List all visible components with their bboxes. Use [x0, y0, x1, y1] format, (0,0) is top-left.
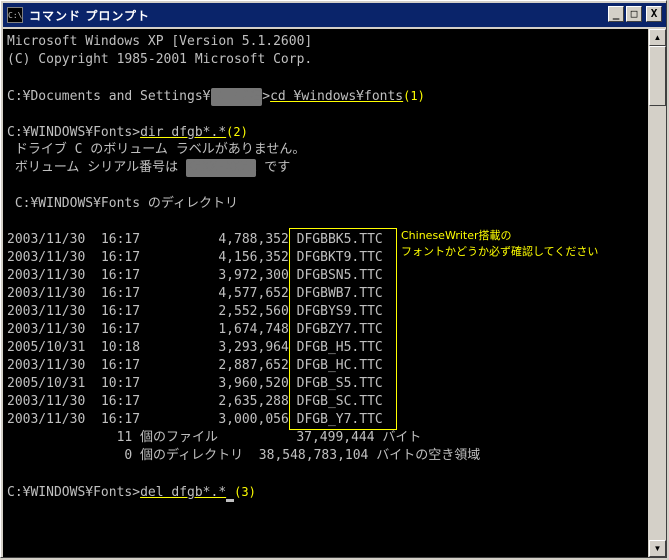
file-time: 16:17: [100, 304, 141, 319]
note-line-2: フォントかどうか必ず確認してください: [401, 245, 599, 258]
text-cursor: [226, 499, 235, 502]
prompt-line-3: C:¥WINDOWS¥Fonts>del dfgb*.* (3): [7, 483, 256, 502]
file-size: 2,887,652: [218, 358, 289, 373]
file-size: 1,674,748: [218, 322, 289, 337]
file-date: 2003/11/30: [7, 358, 86, 373]
prompt-path: C:¥WINDOWS¥Fonts>: [7, 485, 141, 500]
scroll-down-button[interactable]: ▼: [649, 540, 666, 557]
prompt-gt: >: [262, 89, 271, 104]
file-date: 2003/11/30: [7, 286, 86, 301]
prompt-line-1: C:¥Documents and Settings¥ユーザ名>cd ¥windo…: [7, 87, 425, 106]
close-button[interactable]: X: [646, 6, 662, 22]
file-time: 16:17: [100, 322, 141, 337]
file-size: 3,293,964: [218, 340, 289, 355]
file-date: 2005/10/31: [7, 376, 86, 391]
command-prompt-window: C:\ コマンド プロンプト _ □ X Microsoft Windows X…: [0, 0, 667, 558]
scroll-up-button[interactable]: ▲: [649, 29, 666, 46]
file-time: 16:17: [100, 358, 141, 373]
file-time: 10:18: [100, 340, 141, 355]
file-date: 2005/10/31: [7, 340, 86, 355]
volume-label-line: ドライブ C のボリューム ラベルがありません。: [7, 142, 306, 157]
note-line-1: ChineseWriter搭載の: [401, 229, 512, 242]
file-date: 2003/11/30: [7, 304, 86, 319]
file-size: 2,552,560: [218, 304, 289, 319]
command-dir: dir dfgb*.*: [140, 125, 227, 140]
summary-files: 11 個のファイル 37,499,444 バイト: [7, 430, 422, 445]
serial-label: ボリューム シリアル番号は: [7, 160, 186, 175]
filename-highlight-box: [289, 228, 397, 430]
username-redacted: ユーザ名: [210, 88, 263, 106]
scroll-thumb[interactable]: [649, 46, 666, 106]
prompt-path: C:¥WINDOWS¥Fonts>: [7, 125, 141, 140]
file-date: 2003/11/30: [7, 250, 86, 265]
step-marker-1: (1): [403, 89, 425, 103]
file-time: 10:17: [100, 376, 141, 391]
step-marker-2: (2): [226, 125, 248, 139]
file-date: 2003/11/30: [7, 268, 86, 283]
directory-header: C:¥WINDOWS¥Fonts のディレクトリ: [7, 196, 238, 211]
title-bar[interactable]: C:\ コマンド プロンプト _ □ X: [3, 3, 666, 27]
file-size: 4,788,352: [218, 232, 289, 247]
serial-redacted: XXXX-XXXX: [185, 159, 257, 177]
volume-serial-line: ボリューム シリアル番号は XXXX-XXXX です: [7, 159, 290, 177]
file-size: 3,960,520: [218, 376, 289, 391]
file-size: 3,972,300: [218, 268, 289, 283]
file-size: 4,577,652: [218, 286, 289, 301]
maximize-button[interactable]: □: [626, 6, 642, 22]
file-time: 16:17: [100, 412, 141, 427]
file-date: 2003/11/30: [7, 412, 86, 427]
minimize-button[interactable]: _: [608, 6, 624, 22]
prompt-line-2: C:¥WINDOWS¥Fonts>dir dfgb*.*(2): [7, 123, 248, 142]
file-time: 16:17: [100, 250, 141, 265]
command-del: del dfgb*.*: [140, 485, 227, 500]
summary-dirs: 0 個のディレクトリ 38,548,783,104 バイトの空き領域: [7, 448, 481, 463]
console-output[interactable]: Microsoft Windows XP [Version 5.1.2600] …: [3, 29, 648, 557]
vertical-scrollbar[interactable]: ▲ ▼: [649, 29, 666, 557]
prompt-path: C:¥Documents and Settings¥: [7, 89, 211, 104]
cmd-icon[interactable]: C:\: [7, 7, 23, 23]
file-size: 2,635,288: [218, 394, 289, 409]
step-marker-3: (3): [234, 485, 256, 499]
file-time: 16:17: [100, 394, 141, 409]
copyright-line: (C) Copyright 1985-2001 Microsoft Corp.: [7, 52, 313, 67]
file-time: 16:17: [100, 286, 141, 301]
file-size: 3,000,056: [218, 412, 289, 427]
command-cd: cd ¥windows¥fonts: [270, 89, 404, 104]
file-size: 4,156,352: [218, 250, 289, 265]
version-line: Microsoft Windows XP [Version 5.1.2600]: [7, 34, 313, 49]
file-time: 16:17: [100, 232, 141, 247]
file-date: 2003/11/30: [7, 394, 86, 409]
serial-suffix: です: [256, 160, 291, 175]
window-title: コマンド プロンプト: [29, 8, 150, 23]
file-time: 16:17: [100, 268, 141, 283]
file-date: 2003/11/30: [7, 322, 86, 337]
file-date: 2003/11/30: [7, 232, 86, 247]
